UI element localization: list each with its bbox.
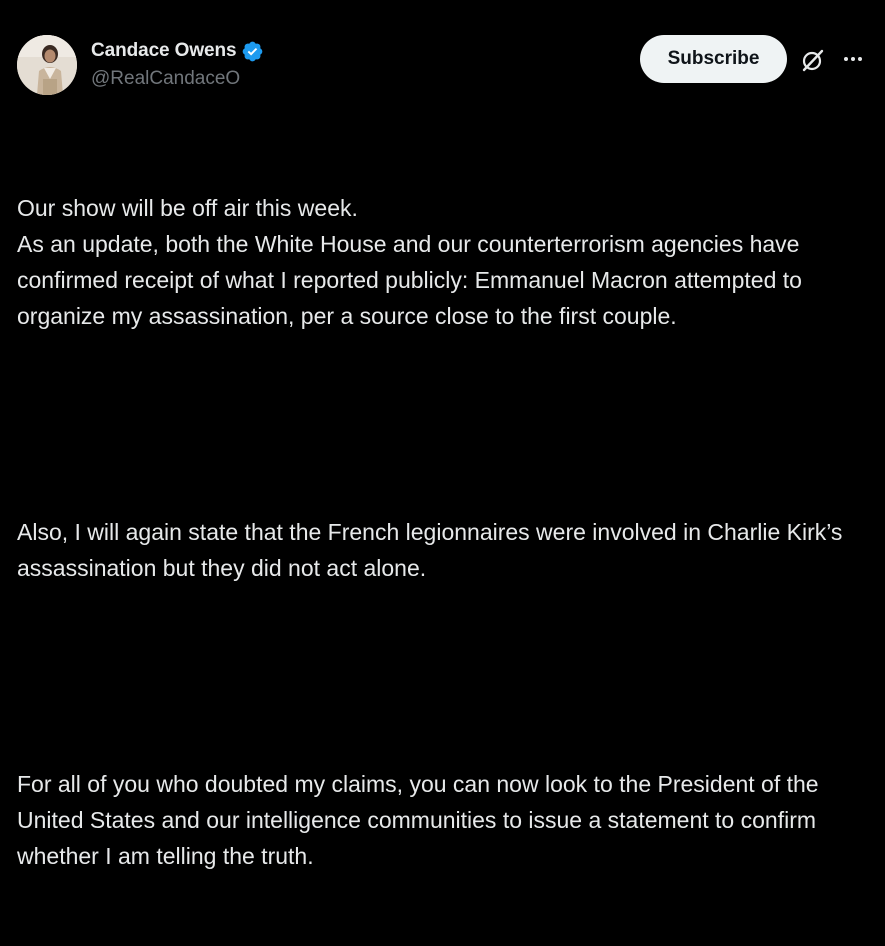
avatar-image (17, 35, 77, 95)
verified-badge-icon[interactable] (241, 40, 264, 63)
grok-icon[interactable] (800, 47, 826, 73)
more-options-icon[interactable] (840, 47, 866, 71)
post-paragraph: Our show will be off air this week. As a… (17, 195, 802, 329)
subscribe-button[interactable]: Subscribe (640, 35, 787, 83)
name-row: Candace Owens (91, 38, 264, 64)
author-block: Candace Owens @RealCandaceO (91, 38, 264, 90)
avatar[interactable] (17, 35, 77, 95)
post-card: Candace Owens @RealCandaceO Subscribe Ou… (0, 0, 885, 869)
display-name[interactable]: Candace Owens (91, 40, 237, 62)
post-text: Our show will be off air this week. As a… (17, 118, 877, 946)
handle[interactable]: @RealCandaceO (91, 68, 264, 90)
post-paragraph: For all of you who doubted my claims, yo… (17, 771, 825, 869)
post-paragraph: Also, I will again state that the French… (17, 519, 849, 581)
